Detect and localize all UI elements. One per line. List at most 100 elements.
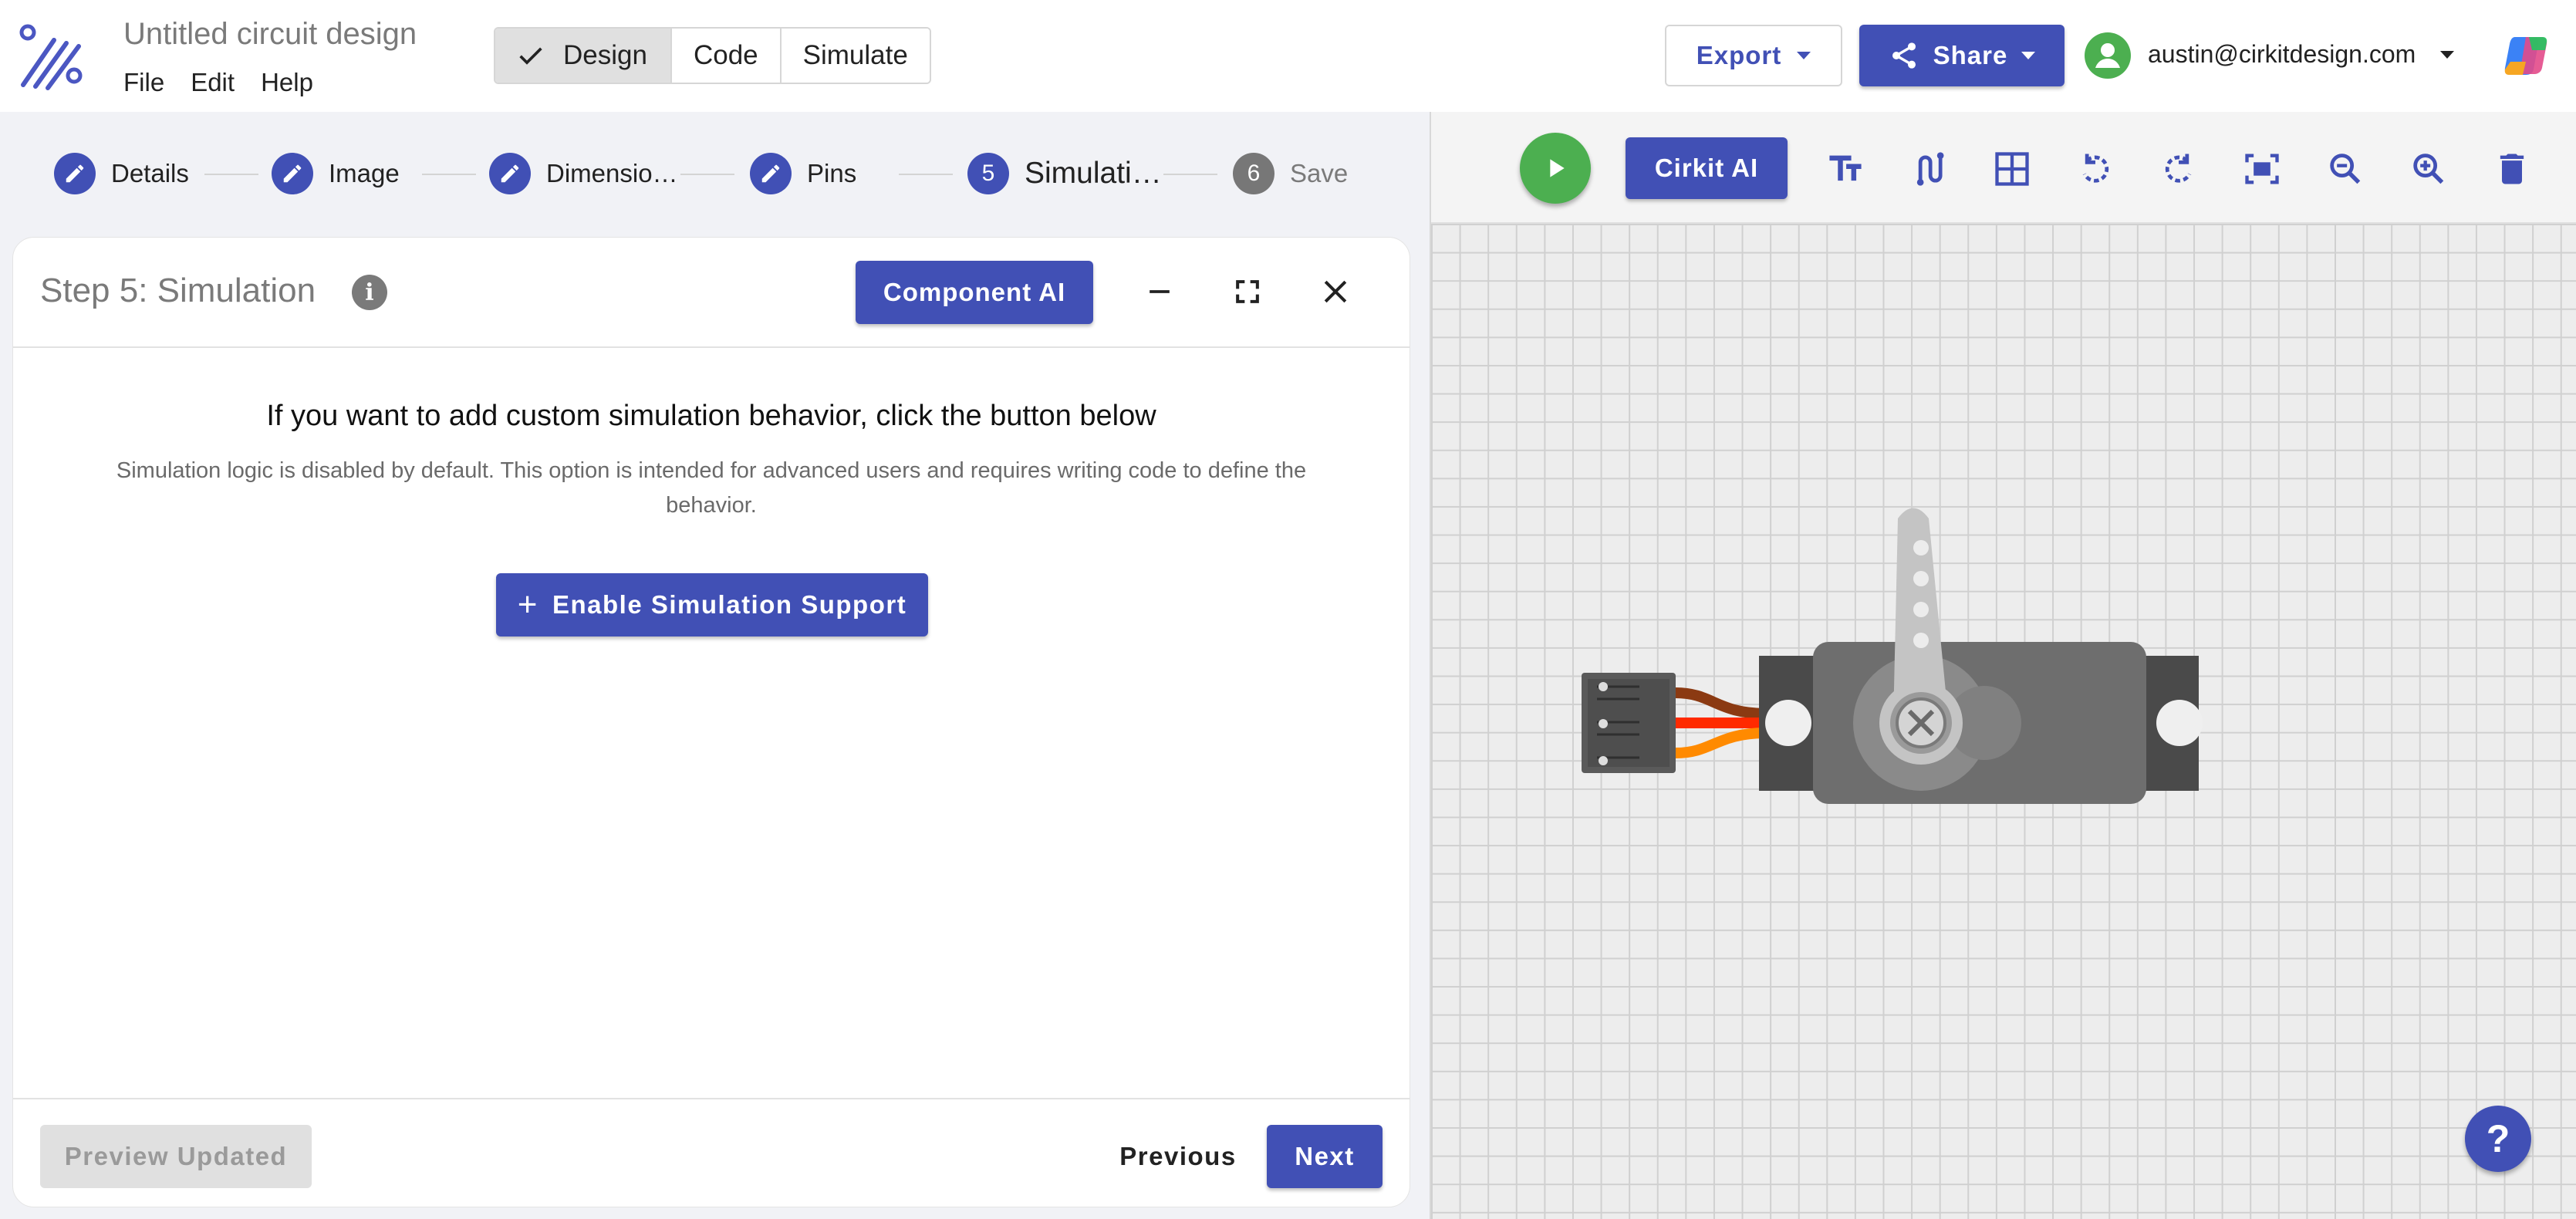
copilot-icon[interactable] — [2503, 31, 2552, 80]
export-button[interactable]: Export — [1665, 25, 1842, 86]
check-icon — [519, 47, 542, 65]
step-pins-label: Pins — [807, 159, 857, 187]
document-title[interactable]: Untitled circuit design — [123, 17, 417, 52]
step-image-label: Image — [329, 159, 400, 187]
simulation-step-card: Step 5: Simulation i Component AI If you… — [12, 237, 1410, 1207]
tab-simulate-label: Simulate — [802, 40, 908, 70]
minimize-icon — [1150, 290, 1170, 293]
mode-tabs: Design Code Simulate — [494, 27, 931, 84]
step-connector — [204, 174, 258, 175]
step-save-label: Save — [1290, 159, 1349, 187]
simulation-heading: If you want to add custom simulation beh… — [266, 400, 1156, 432]
run-simulation-button[interactable] — [1520, 133, 1591, 204]
card-footer: Preview Updated Previous Next — [13, 1098, 1410, 1207]
canvas-toolbar: Cirkit AI — [1431, 112, 2576, 224]
fit-screen-tool[interactable] — [2240, 147, 2284, 191]
rotate-right-icon — [2165, 154, 2192, 183]
avatar[interactable] — [2085, 32, 2131, 79]
user-email[interactable]: austin@cirkitdesign.com — [2148, 40, 2416, 69]
main-menu: File Edit Help — [123, 68, 313, 97]
step-image[interactable]: Image — [272, 153, 400, 194]
close-button[interactable] — [1314, 270, 1357, 313]
step-simulation[interactable]: 5 Simulati… — [967, 153, 1162, 194]
export-button-label: Export — [1696, 41, 1782, 69]
step-connector — [680, 174, 734, 175]
step-connector — [1163, 174, 1217, 175]
share-button-label: Share — [1933, 41, 2008, 69]
zoom-in-icon — [2413, 154, 2444, 184]
step-details[interactable]: Details — [54, 153, 189, 194]
fit-screen-icon — [2245, 154, 2279, 184]
step-simulation-label: Simulati… — [1025, 157, 1162, 190]
step-pins-marker — [750, 153, 792, 194]
info-icon[interactable]: i — [352, 275, 387, 310]
next-button[interactable]: Next — [1267, 1125, 1383, 1188]
user-icon — [2095, 43, 2120, 68]
rotate-left-icon — [2082, 154, 2109, 183]
tab-simulate[interactable]: Simulate — [779, 29, 930, 83]
enable-simulation-button[interactable]: + Enable Simulation Support — [496, 573, 928, 637]
rotate-right-tool[interactable] — [2156, 147, 2201, 191]
step-details-marker — [54, 153, 96, 194]
share-icon — [1892, 42, 1916, 69]
minimize-button[interactable] — [1138, 270, 1181, 313]
zoom-out-icon — [2330, 154, 2361, 184]
pencil-icon — [283, 164, 302, 183]
pencil-icon — [66, 164, 84, 183]
text-size-icon — [1829, 155, 1862, 181]
cirkit-logo-icon[interactable] — [17, 23, 85, 91]
previous-button[interactable]: Previous — [1093, 1125, 1263, 1188]
cirkit-ai-button[interactable]: Cirkit AI — [1626, 137, 1788, 199]
close-icon — [1324, 280, 1347, 303]
step-dimensions-marker — [489, 153, 531, 194]
component-ai-button[interactable]: Component AI — [856, 261, 1093, 324]
step-save-number: 6 — [1233, 153, 1274, 194]
fullscreen-icon — [1236, 280, 1259, 303]
pencil-icon — [761, 164, 780, 183]
delete-tool[interactable] — [2490, 147, 2534, 191]
pencil-icon — [501, 164, 519, 183]
card-header: Step 5: Simulation i Component AI — [13, 238, 1410, 348]
servo-motor-component[interactable] — [1582, 501, 2230, 826]
top-bar: Untitled circuit design File Edit Help D… — [0, 0, 2576, 112]
chevron-down-icon — [1797, 52, 1811, 59]
step-dimensions-label: Dimensio… — [546, 159, 678, 187]
step-dimensions[interactable]: Dimensio… — [489, 153, 678, 194]
wire-icon — [1916, 152, 1944, 186]
grid-tool[interactable] — [1990, 147, 2034, 191]
chevron-down-icon[interactable] — [2440, 51, 2454, 59]
zoom-in-tool[interactable] — [2406, 147, 2451, 191]
preview-updated-button[interactable]: Preview Updated — [40, 1125, 312, 1188]
menu-help[interactable]: Help — [261, 68, 313, 97]
enable-simulation-label: Enable Simulation Support — [552, 590, 907, 619]
tab-code-label: Code — [693, 40, 758, 70]
zoom-out-tool[interactable] — [2323, 147, 2368, 191]
wizard-stepper: Details Image Dimensio… Pins 5 Simulati…… — [0, 139, 1430, 208]
menu-edit[interactable]: Edit — [191, 68, 235, 97]
step-pins[interactable]: Pins — [750, 153, 856, 194]
help-button[interactable]: ? — [2465, 1106, 2531, 1172]
plus-icon: + — [517, 586, 538, 623]
step-connector — [899, 174, 953, 175]
menu-file[interactable]: File — [123, 68, 164, 97]
design-canvas: Cirkit AI ? — [1430, 112, 2576, 1219]
rotate-left-tool[interactable] — [2073, 147, 2118, 191]
chevron-down-icon — [2021, 52, 2036, 59]
step-details-label: Details — [111, 159, 189, 187]
tab-design[interactable]: Design — [495, 29, 670, 83]
share-button[interactable]: Share — [1859, 25, 2065, 86]
tab-design-label: Design — [563, 40, 647, 70]
simulation-description: Simulation logic is disabled by default.… — [116, 458, 1307, 518]
step-connector — [422, 174, 476, 175]
grid-icon — [1995, 152, 2029, 186]
step-image-marker — [272, 153, 313, 194]
delete-icon — [2500, 154, 2524, 184]
step-save[interactable]: 6 Save — [1233, 153, 1348, 194]
wire-tool[interactable] — [1906, 147, 1951, 191]
card-title: Step 5: Simulation — [40, 272, 316, 309]
fullscreen-button[interactable] — [1226, 270, 1269, 313]
play-icon — [1550, 159, 1565, 177]
step-simulation-number: 5 — [967, 153, 1009, 194]
tab-code[interactable]: Code — [670, 29, 780, 83]
text-size-tool[interactable] — [1823, 147, 1868, 191]
